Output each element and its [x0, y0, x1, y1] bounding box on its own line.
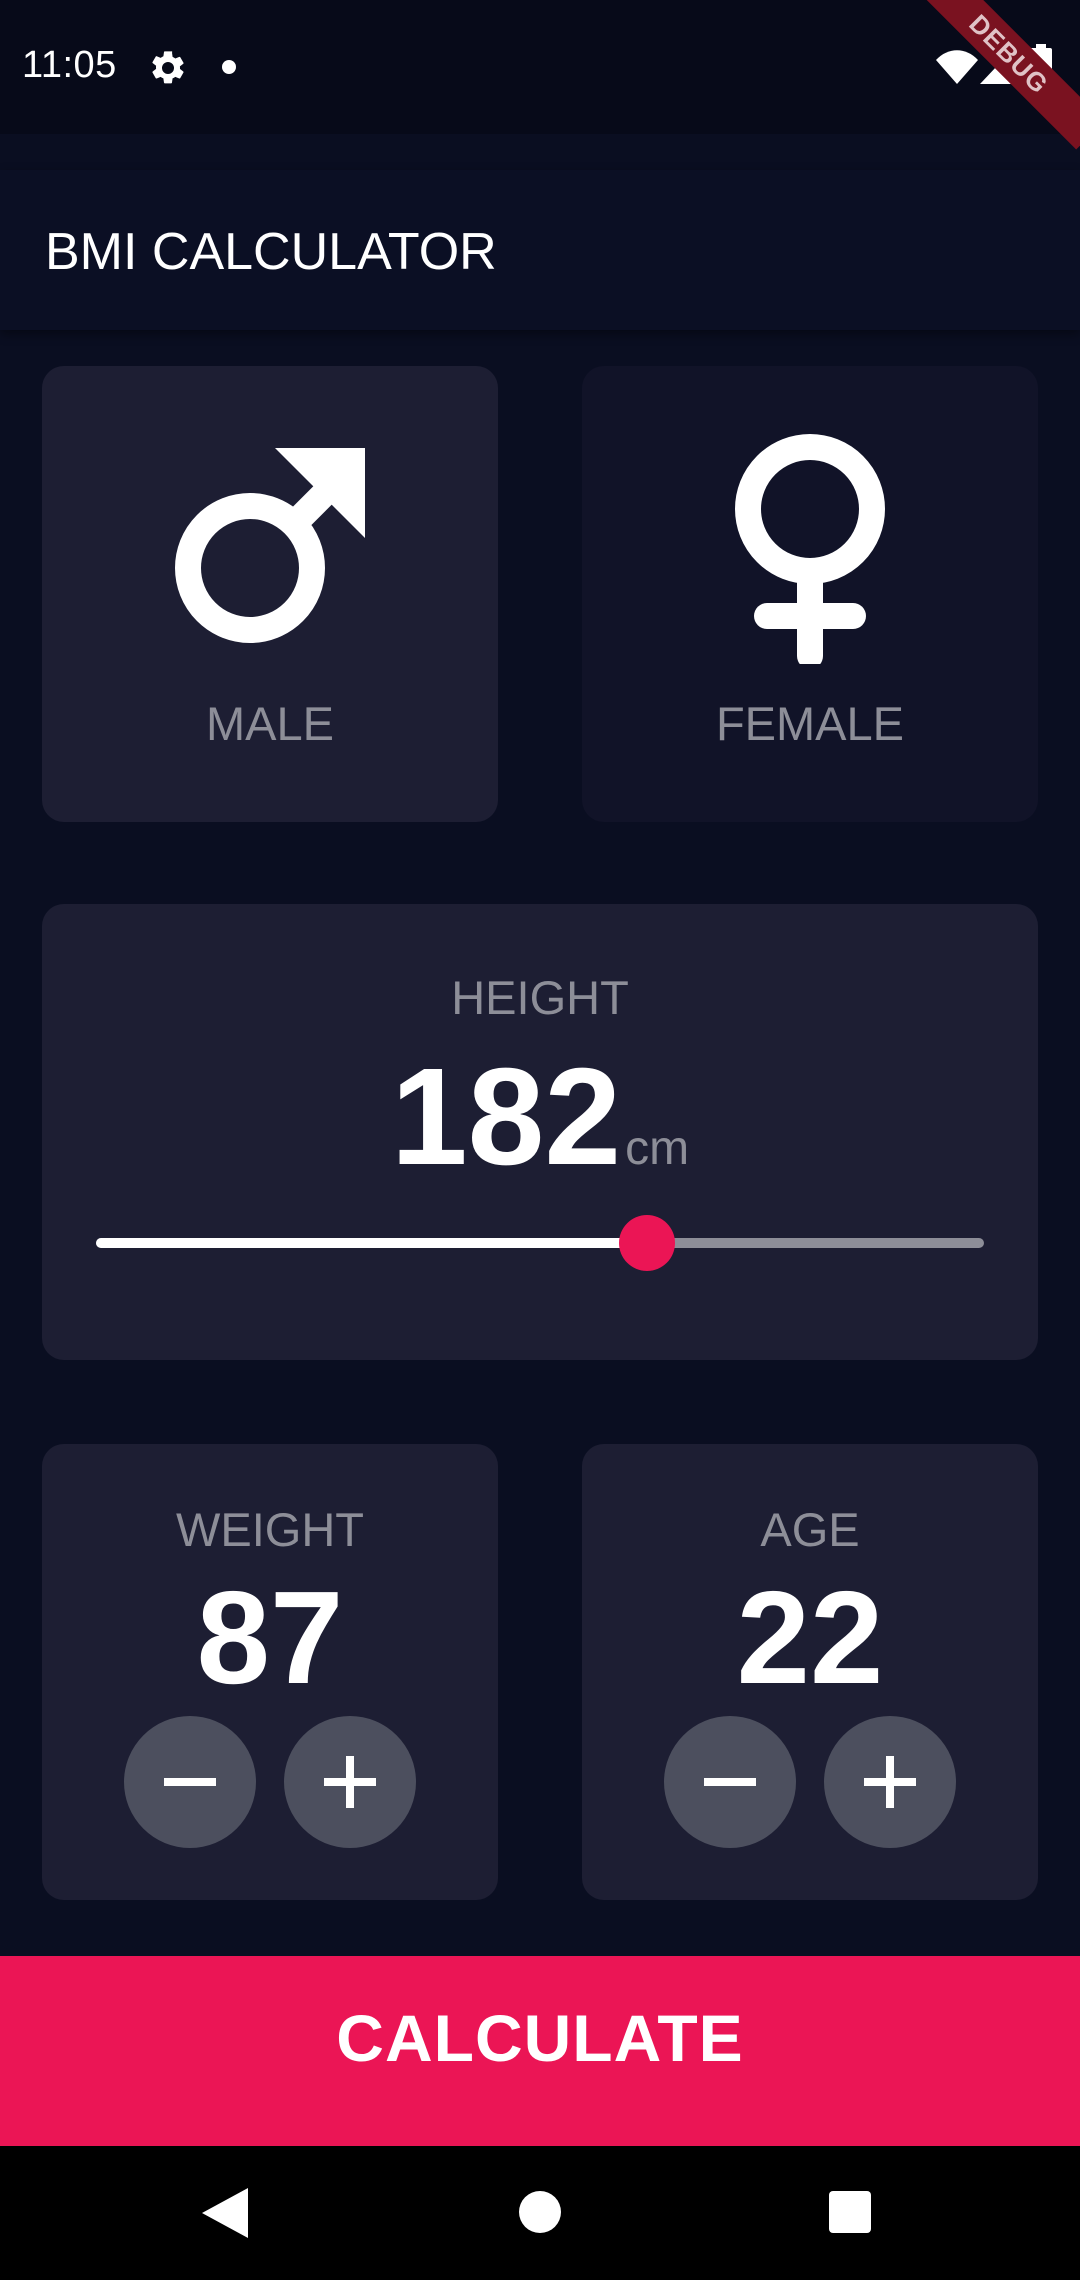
page-title: BMI CALCULATOR	[45, 223, 497, 281]
notification-dot-icon	[222, 60, 236, 74]
back-icon[interactable]	[202, 2188, 248, 2238]
female-symbol-icon	[735, 434, 885, 664]
minus-icon	[164, 1778, 216, 1786]
calculate-label: CALCULATE	[336, 2001, 744, 2075]
home-icon[interactable]	[518, 2190, 562, 2234]
plus-icon	[324, 1756, 376, 1808]
plus-icon	[864, 1756, 916, 1808]
age-label: AGE	[760, 1503, 860, 1556]
weight-value: 87	[196, 1564, 344, 1711]
status-bar: 11:05 DEBUG	[0, 0, 1080, 150]
age-decrement-button[interactable]	[664, 1716, 796, 1848]
minus-icon	[704, 1778, 756, 1786]
gear-icon	[152, 51, 184, 84]
height-card: HEIGHT 182cm	[42, 904, 1038, 1360]
app-bar: BMI CALCULATOR	[0, 170, 1080, 330]
calculate-button[interactable]: CALCULATE	[0, 1956, 1080, 2146]
height-slider[interactable]	[96, 1215, 984, 1271]
age-value: 22	[736, 1564, 884, 1711]
weight-label: WEIGHT	[176, 1503, 364, 1556]
height-value-row: 182cm	[42, 1038, 1038, 1197]
height-value: 182	[390, 1040, 622, 1194]
wifi-icon	[936, 50, 978, 84]
male-card[interactable]: MALE	[42, 366, 498, 822]
female-label: FEMALE	[715, 697, 905, 750]
height-slider-thumb[interactable]	[618, 1215, 675, 1271]
weight-increment-button[interactable]	[284, 1716, 416, 1848]
age-increment-button[interactable]	[824, 1716, 956, 1848]
screen: 11:05 DEBUG BMI CALCULATOR MALE FEMALE H…	[0, 0, 1080, 2280]
height-label: HEIGHT	[451, 971, 629, 1024]
height-unit: cm	[625, 1122, 690, 1175]
male-label: MALE	[206, 697, 334, 750]
navigation-bar	[0, 2146, 1080, 2280]
weight-decrement-button[interactable]	[124, 1716, 256, 1848]
recents-icon[interactable]	[828, 2190, 872, 2234]
weight-card: WEIGHT 87	[42, 1444, 498, 1900]
status-time: 11:05	[22, 44, 117, 86]
height-slider-active-track	[96, 1238, 647, 1248]
age-card: AGE 22	[582, 1444, 1038, 1900]
male-symbol-icon	[175, 448, 365, 643]
female-card[interactable]: FEMALE	[582, 366, 1038, 822]
